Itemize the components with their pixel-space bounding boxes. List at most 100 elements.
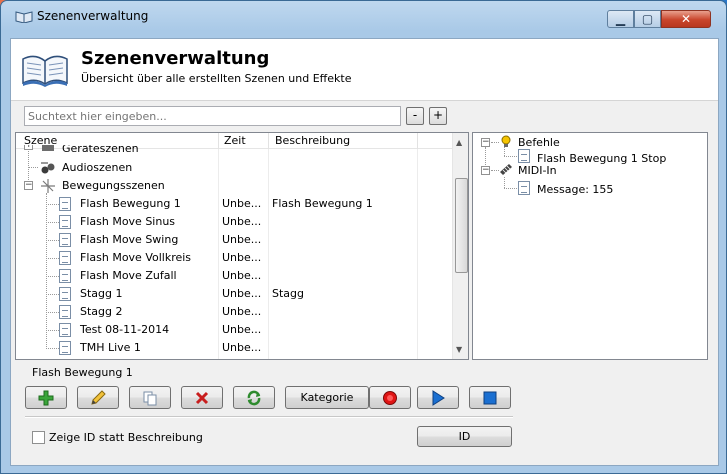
collapse-toggle[interactable]: − bbox=[481, 166, 490, 175]
play-icon bbox=[432, 389, 445, 406]
client-area: Szenenverwaltung Übersicht über alle ers… bbox=[10, 38, 719, 466]
plus-icon bbox=[38, 390, 54, 405]
kategorie-button[interactable]: Kategorie bbox=[285, 386, 369, 409]
scene-document-icon bbox=[59, 287, 71, 301]
scene-time: Unbe... bbox=[222, 341, 262, 354]
category-label: Geräteszenen bbox=[62, 145, 139, 155]
page-subtitle: Übersicht über alle erstellten Szenen un… bbox=[81, 72, 352, 85]
scene-time: Unbe... bbox=[222, 233, 262, 246]
vertical-scrollbar[interactable]: ▲ ▼ bbox=[452, 133, 468, 359]
table-row[interactable]: Test 08-11-2014 Unbe... bbox=[16, 321, 452, 339]
scene-name: TMH Live 1 bbox=[80, 341, 141, 354]
scene-time: Unbe... bbox=[222, 269, 262, 282]
scene-time: Unbe... bbox=[222, 323, 262, 336]
tree-line bbox=[46, 294, 59, 295]
tree-line bbox=[491, 142, 499, 143]
tree-line bbox=[504, 177, 505, 188]
refresh-icon bbox=[247, 390, 261, 405]
add-button[interactable] bbox=[25, 386, 67, 409]
table-row[interactable]: Flash Move Sinus Unbe... bbox=[16, 213, 452, 231]
delete-x-icon bbox=[195, 391, 209, 404]
scene-list[interactable]: Szene Zeit Beschreibung + Geräteszenen A… bbox=[15, 132, 469, 360]
table-row[interactable]: Flash Move Vollkreis Unbe... bbox=[16, 249, 452, 267]
tree-line bbox=[46, 276, 59, 277]
tree-line bbox=[46, 240, 59, 241]
tree-line bbox=[46, 312, 59, 313]
category-row[interactable]: − Bewegungsszenen bbox=[16, 177, 452, 195]
scene-document-icon bbox=[59, 251, 71, 265]
stop-button[interactable] bbox=[469, 386, 511, 409]
collapse-toggle[interactable]: − bbox=[481, 138, 490, 147]
scene-document-icon bbox=[59, 305, 71, 319]
scene-name: Flash Move Zufall bbox=[80, 269, 177, 282]
page-title: Szenenverwaltung bbox=[81, 48, 270, 69]
scene-description: Stagg bbox=[272, 287, 305, 300]
movement-icon bbox=[41, 179, 55, 193]
refresh-button[interactable] bbox=[233, 386, 275, 409]
tree-midi-item[interactable]: Message: 155 bbox=[537, 183, 613, 196]
scroll-up-icon[interactable]: ▲ bbox=[456, 138, 462, 147]
delete-button[interactable] bbox=[181, 386, 223, 409]
table-row[interactable]: Stagg 2 Unbe... bbox=[16, 303, 452, 321]
divider bbox=[25, 416, 513, 418]
scene-time: Unbe... bbox=[222, 215, 262, 228]
title-bar[interactable]: Szenenverwaltung ▁ ▢ ✕ bbox=[1, 1, 726, 31]
scene-name: Stagg 2 bbox=[80, 305, 123, 318]
scene-description: Flash Bewegung 1 bbox=[272, 197, 373, 210]
scene-document-icon bbox=[59, 269, 71, 283]
maximize-button[interactable]: ▢ bbox=[634, 10, 661, 28]
scene-document-icon bbox=[59, 341, 71, 355]
selected-scene-label: Flash Bewegung 1 bbox=[32, 366, 133, 379]
expand-button[interactable]: + bbox=[429, 107, 447, 125]
category-label: Bewegungsszenen bbox=[62, 179, 165, 192]
scene-time: Unbe... bbox=[222, 197, 262, 210]
stop-icon bbox=[483, 391, 497, 404]
category-row[interactable]: Audioszenen bbox=[16, 159, 452, 177]
scene-time: Unbe... bbox=[222, 305, 262, 318]
book-app-icon bbox=[15, 11, 33, 23]
header-banner: Szenenverwaltung Übersicht über alle ers… bbox=[11, 39, 718, 101]
scene-name: Stagg 1 bbox=[80, 287, 123, 300]
scroll-down-icon[interactable]: ▼ bbox=[456, 345, 462, 354]
document-icon bbox=[518, 149, 530, 163]
scroll-thumb[interactable] bbox=[455, 178, 468, 273]
table-row[interactable]: Flash Move Zufall Unbe... bbox=[16, 267, 452, 285]
table-row[interactable]: Stagg 1 Unbe... Stagg bbox=[16, 285, 452, 303]
tree-line bbox=[504, 147, 505, 156]
tree-befehle[interactable]: Befehle bbox=[518, 136, 560, 149]
category-label: Audioszenen bbox=[62, 161, 133, 174]
main-window: Szenenverwaltung ▁ ▢ ✕ Szenenverwaltung … bbox=[0, 0, 727, 474]
collapse-button[interactable]: - bbox=[406, 107, 424, 125]
scene-time: Unbe... bbox=[222, 251, 262, 264]
expand-toggle[interactable]: + bbox=[24, 145, 33, 150]
show-id-checkbox[interactable] bbox=[32, 431, 45, 444]
scene-name: Flash Bewegung 1 bbox=[80, 197, 181, 210]
scene-name: Flash Move Swing bbox=[80, 233, 179, 246]
audio-icon bbox=[41, 162, 55, 174]
tree-line bbox=[46, 222, 59, 223]
search-input[interactable] bbox=[24, 106, 401, 126]
tree-line bbox=[46, 204, 59, 205]
tree-line bbox=[46, 258, 59, 259]
scene-document-icon bbox=[59, 215, 71, 229]
edit-button[interactable] bbox=[77, 386, 119, 409]
tree-midi[interactable]: MIDI-In bbox=[518, 164, 557, 177]
show-id-label[interactable]: Zeige ID statt Beschreibung bbox=[49, 431, 203, 444]
record-button[interactable] bbox=[369, 386, 411, 409]
open-book-icon bbox=[22, 55, 68, 87]
command-tree[interactable]: − Befehle Flash Bewegung 1 Stop − MIDI-I… bbox=[472, 132, 708, 360]
table-row[interactable]: Flash Move Swing Unbe... bbox=[16, 231, 452, 249]
record-icon bbox=[383, 390, 397, 405]
copy-button[interactable] bbox=[129, 386, 171, 409]
table-row[interactable]: TMH Live 1 Unbe... bbox=[16, 339, 452, 357]
collapse-toggle[interactable]: − bbox=[24, 181, 33, 190]
table-row[interactable]: Flash Bewegung 1 Unbe... Flash Bewegung 1 bbox=[16, 195, 452, 213]
id-button[interactable]: ID bbox=[417, 426, 512, 447]
minimize-button[interactable]: ▁ bbox=[607, 10, 634, 28]
play-button[interactable] bbox=[417, 386, 459, 409]
scene-name: Flash Move Vollkreis bbox=[80, 251, 192, 264]
window-title: Szenenverwaltung bbox=[37, 9, 149, 23]
category-row[interactable]: + Geräteszenen bbox=[16, 145, 452, 156]
lightbulb-icon bbox=[501, 135, 511, 147]
close-button[interactable]: ✕ bbox=[661, 10, 711, 28]
